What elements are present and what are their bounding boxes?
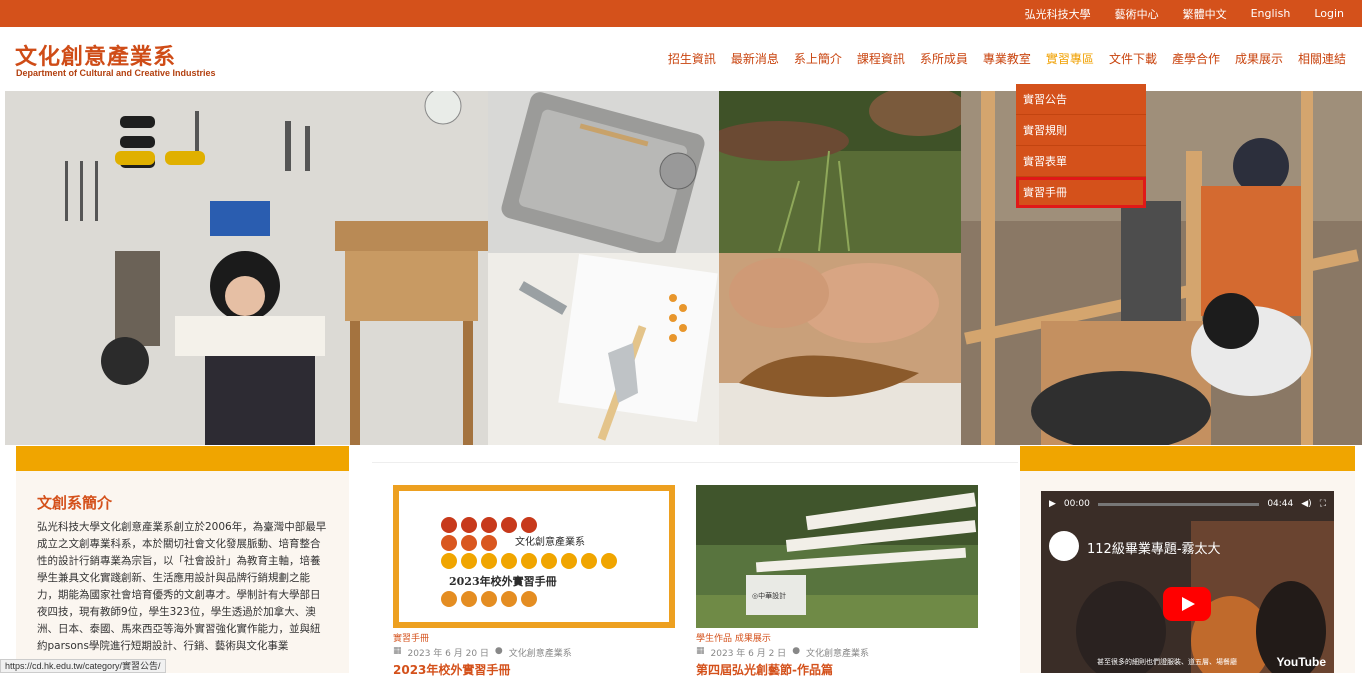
hero-collage	[5, 91, 1362, 445]
post-card[interactable]: ◎中華設計 學生作品 成果展示 ▦ 2023 年 6 月 2 日 ● 文化創意產…	[696, 485, 978, 678]
calendar-icon: ▦	[393, 646, 402, 656]
nav-links[interactable]: 相關連結	[1298, 50, 1346, 67]
hero-image-metal-engraving	[719, 253, 961, 445]
hero-image-tools-flatlay	[5, 91, 488, 445]
nav-downloads[interactable]: 文件下載	[1109, 50, 1157, 67]
intro-section: 文創系簡介 弘光科技大學文化創意產業系創立於2006年，為臺灣中部最早成立之文創…	[16, 446, 349, 673]
menu-item-internship-announcements[interactable]: 實習公告	[1016, 84, 1146, 115]
link-login[interactable]: Login	[1314, 7, 1344, 20]
channel-avatar[interactable]	[1049, 531, 1079, 561]
posts-section: 2023年校外實習手冊 文化創意產業系 實習手冊 ▦ 2023 年 6 月 20…	[372, 462, 1018, 677]
post-title[interactable]: 2023年校外實習手冊	[393, 661, 675, 678]
video-title[interactable]: 112級畢業專題-霧太大	[1087, 538, 1221, 557]
play-icon[interactable]: ▶	[1049, 499, 1056, 509]
post-category[interactable]: 學生作品 成果展示	[696, 631, 978, 644]
site-subtitle: Department of Cultural and Creative Indu…	[16, 68, 216, 78]
post-title[interactable]: 第四屆弘光創藝節-作品篇	[696, 661, 978, 678]
post-card[interactable]: 2023年校外實習手冊 文化創意產業系 實習手冊 ▦ 2023 年 6 月 20…	[393, 485, 675, 678]
nav-news[interactable]: 最新消息	[731, 50, 779, 67]
link-traditional-chinese[interactable]: 繁體中文	[1183, 6, 1227, 22]
volume-icon[interactable]: ◀)	[1301, 499, 1311, 509]
nav-courses[interactable]: 課程資訊	[857, 50, 905, 67]
post-thumbnail[interactable]: 2023年校外實習手冊 文化創意產業系	[393, 485, 675, 628]
menu-item-internship-rules[interactable]: 實習規則	[1016, 115, 1146, 146]
nav-about[interactable]: 系上簡介	[794, 50, 842, 67]
link-english[interactable]: English	[1251, 7, 1291, 20]
hero-image-observation-diary	[488, 253, 719, 445]
menu-item-internship-forms[interactable]: 實習表單	[1016, 146, 1146, 177]
youtube-play-button[interactable]	[1163, 587, 1211, 621]
nav-admissions[interactable]: 招生資訊	[668, 50, 716, 67]
post-author[interactable]: 文化創意產業系	[509, 646, 572, 659]
thumb-sign-text: ◎中華設計	[752, 591, 786, 600]
video-section: ▶ 00:00 04:44 ◀) ⛶ 112級畢業專題-霧太大 甚至很多的細則也…	[1020, 446, 1355, 673]
video-player[interactable]: ▶ 00:00 04:44 ◀) ⛶ 112級畢業專題-霧太大 甚至很多的細則也…	[1041, 491, 1334, 673]
post-date: 2023 年 6 月 2 日	[710, 649, 787, 659]
thumb-title-text: 2023年校外實習手冊	[449, 574, 557, 588]
top-utility-bar: 弘光科技大學 藝術中心 繁體中文 English Login	[0, 0, 1362, 27]
main-navigation: 招生資訊 最新消息 系上簡介 課程資訊 系所成員 專業教室 實習專區 文件下載 …	[668, 50, 1346, 67]
video-time-total: 04:44	[1267, 499, 1294, 509]
youtube-logo[interactable]: YouTube	[1276, 655, 1326, 669]
nav-members[interactable]: 系所成員	[920, 50, 968, 67]
hero-image-planting	[719, 91, 961, 253]
intro-top-bar	[16, 446, 349, 471]
video-progress-bar[interactable]	[1097, 502, 1260, 506]
video-controls: ▶ 00:00 04:44 ◀) ⛶	[1041, 491, 1334, 517]
post-date: 2023 年 6 月 20 日	[407, 649, 489, 659]
post-meta: ▦ 2023 年 6 月 20 日 ● 文化創意產業系	[393, 646, 675, 659]
user-icon: ●	[792, 646, 801, 656]
post-meta: ▦ 2023 年 6 月 2 日 ● 文化創意產業系	[696, 646, 978, 659]
site-header: 文化創意產業系 Department of Cultural and Creat…	[0, 27, 1362, 91]
intro-text: 弘光科技大學文化創意產業系創立於2006年，為臺灣中部最早成立之文創專業科系，本…	[37, 521, 327, 652]
site-title[interactable]: 文化創意產業系	[15, 39, 176, 71]
browser-status-url: https://cd.hk.edu.tw/category/實習公告/	[0, 659, 166, 673]
nav-showcase[interactable]: 成果展示	[1235, 50, 1283, 67]
thumb-brand-text: 文化創意產業系	[515, 535, 585, 548]
video-time-current: 00:00	[1063, 499, 1090, 509]
nav-classrooms[interactable]: 專業教室	[983, 50, 1031, 67]
hero-image-tool-kit	[488, 91, 719, 253]
link-art-center[interactable]: 藝術中心	[1115, 6, 1159, 22]
nav-internship[interactable]: 實習專區	[1046, 50, 1094, 67]
utility-links: 弘光科技大學 藝術中心 繁體中文 English Login	[1025, 0, 1344, 27]
internship-dropdown-menu: 實習公告 實習規則 實習表單 實習手冊	[1016, 84, 1146, 208]
user-icon: ●	[494, 646, 503, 656]
link-university[interactable]: 弘光科技大學	[1025, 6, 1091, 22]
post-category[interactable]: 實習手冊	[393, 631, 675, 644]
post-author[interactable]: 文化創意產業系	[806, 646, 869, 659]
menu-item-internship-handbook[interactable]: 實習手冊	[1016, 177, 1146, 208]
calendar-icon: ▦	[696, 646, 705, 656]
video-caption: 甚至很多的細則也們證服裝、道五層、場餐廳	[1097, 658, 1237, 666]
fullscreen-icon[interactable]: ⛶	[1320, 499, 1326, 509]
nav-industry[interactable]: 產學合作	[1172, 50, 1220, 67]
post-thumbnail[interactable]: ◎中華設計	[696, 485, 978, 628]
video-top-bar	[1020, 446, 1355, 471]
intro-heading: 文創系簡介	[37, 494, 113, 512]
